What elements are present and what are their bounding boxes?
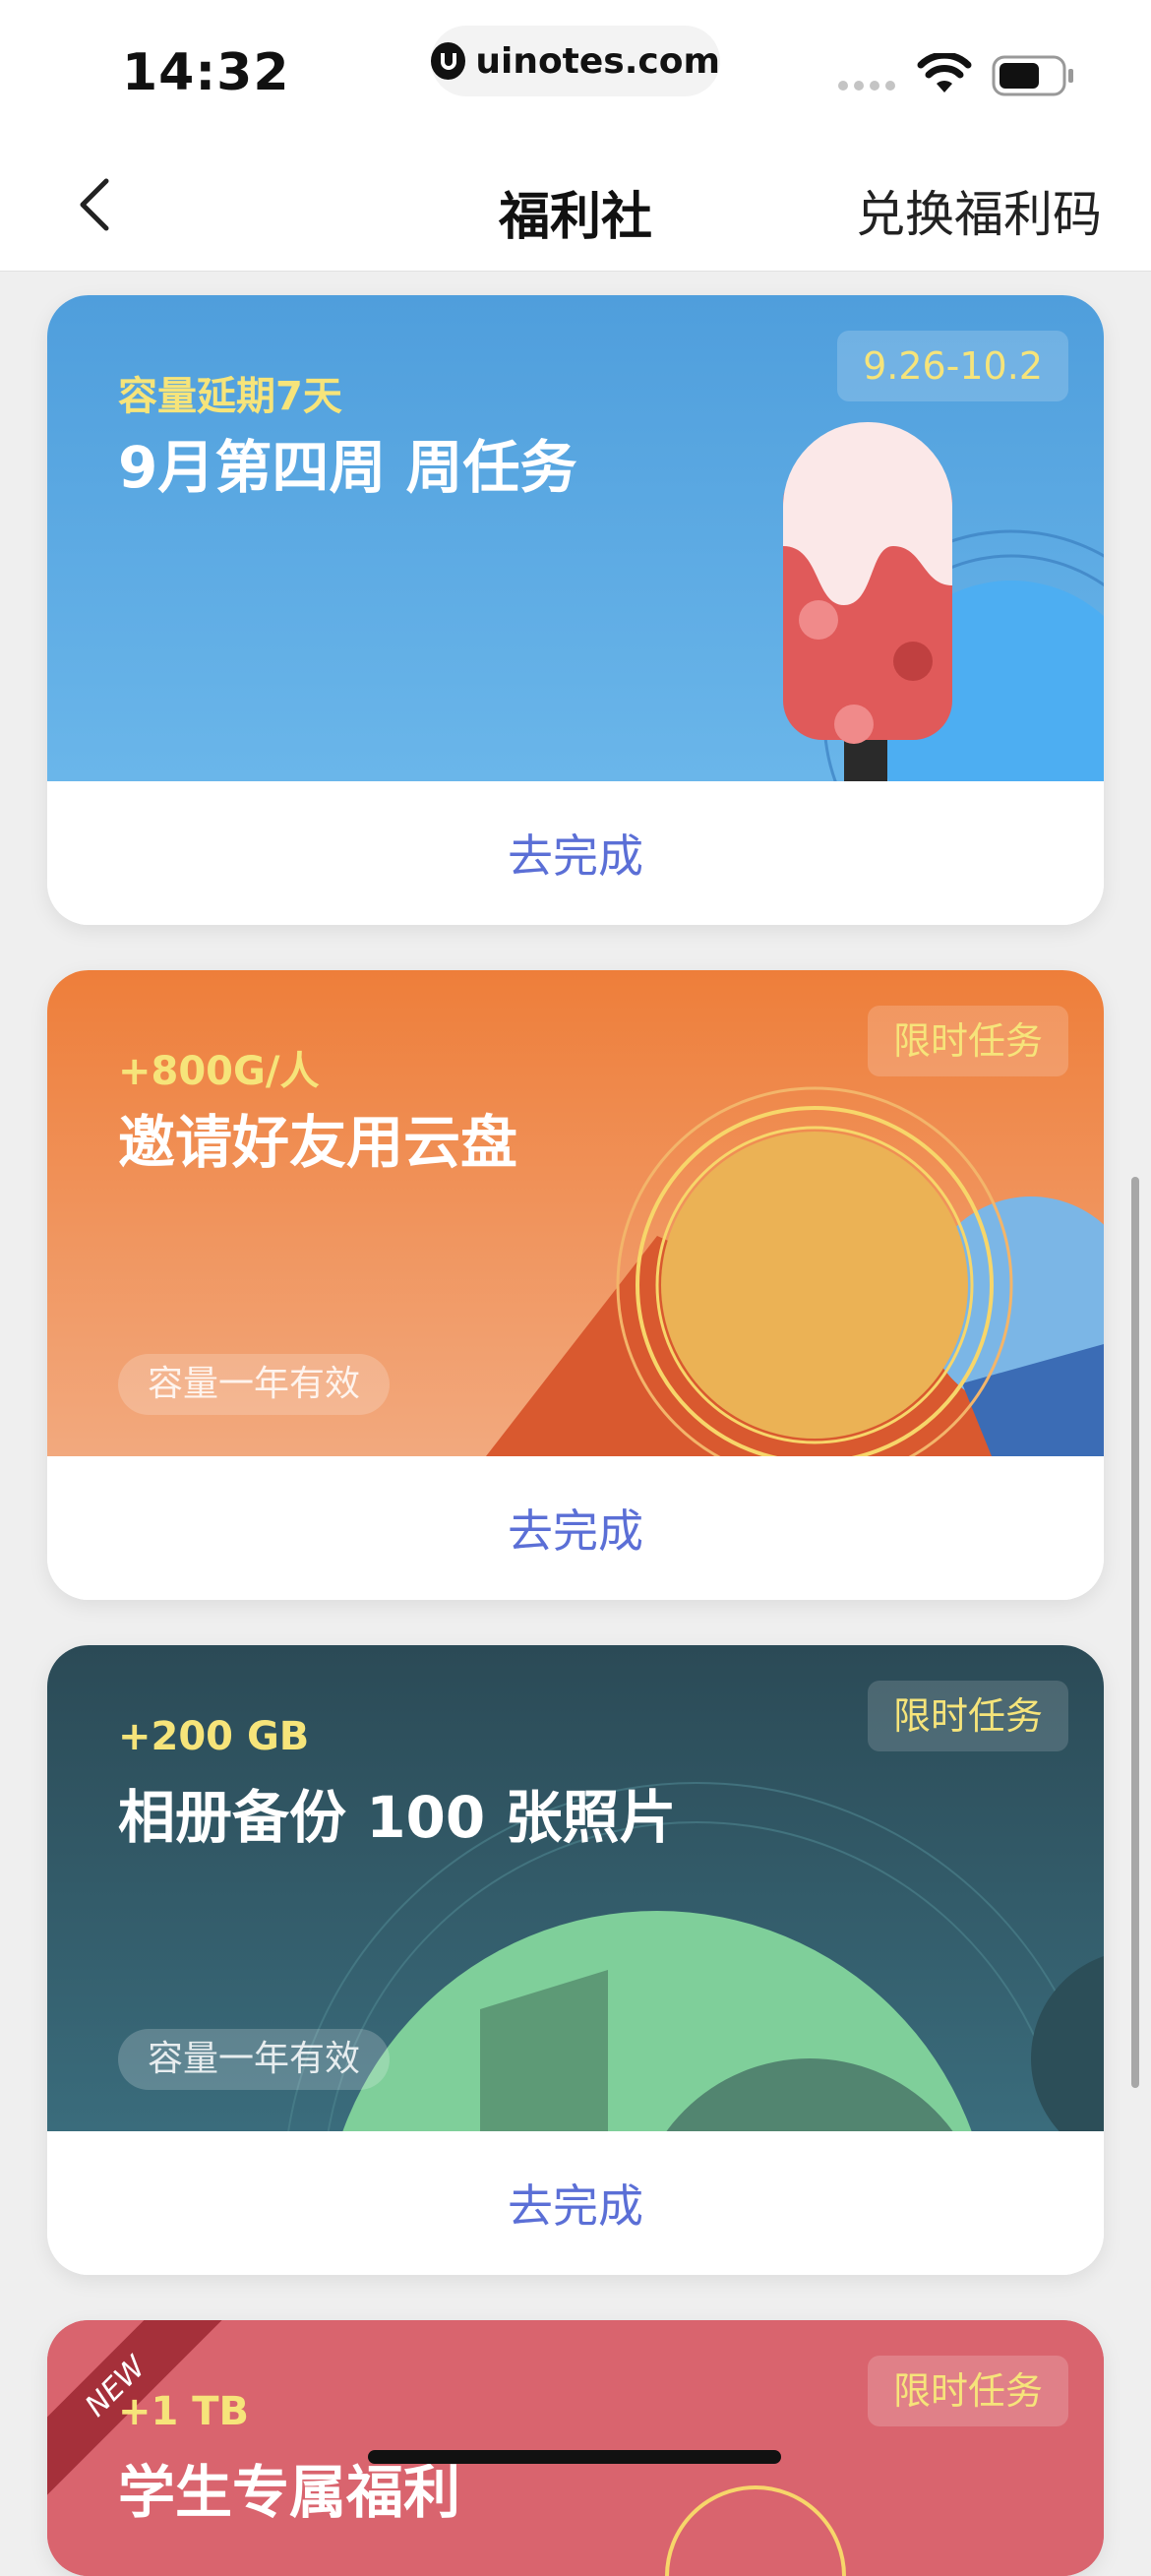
date-range-badge: 9.26-10.2 (837, 331, 1068, 401)
complete-button[interactable]: 去完成 (47, 1456, 1104, 1600)
card-title: 邀请好友用云盘 (118, 1109, 518, 1176)
wifi-icon (917, 53, 972, 92)
redeem-code-button[interactable]: 兑换福利码 (856, 175, 1102, 246)
url-text: uinotes.com (475, 40, 720, 82)
home-indicator[interactable] (368, 2450, 781, 2464)
bonus-label: +800G/人 (118, 1049, 320, 1094)
bonus-label: +1 TB (118, 2389, 250, 2434)
card-title: 9月第四周 周任务 (118, 434, 577, 501)
validity-badge: 容量一年有效 (118, 1354, 391, 1415)
card-banner: 限时任务 +800G/人 邀请好友用云盘 容量一年有效 (47, 970, 1104, 1456)
validity-badge: 容量一年有效 (118, 2029, 391, 2090)
complete-button[interactable]: 去完成 (47, 2131, 1104, 2275)
bonus-label: +200 GB (118, 1714, 310, 1759)
bonus-label: 容量延期7天 (118, 374, 342, 419)
url-pill[interactable]: uinotes.com (431, 26, 720, 96)
task-card-invite[interactable]: 限时任务 +800G/人 邀请好友用云盘 容量一年有效 去完成 (47, 970, 1104, 1600)
complete-button[interactable]: 去完成 (47, 781, 1104, 925)
site-logo-icon (431, 42, 466, 80)
limited-time-badge: 限时任务 (867, 2356, 1068, 2426)
status-bar: 14:32 uinotes.com (0, 0, 1151, 136)
task-card-weekly[interactable]: 9.26-10.2 容量延期7天 9月第四周 周任务 去完成 (47, 295, 1104, 925)
battery-icon (992, 55, 1073, 96)
nav-bar: 福利社 兑换福利码 (0, 136, 1151, 272)
card-banner: 限时任务 +200 GB 相册备份 100 张照片 容量一年有效 (47, 1645, 1104, 2131)
signal-icon (838, 81, 895, 91)
status-time: 14:32 (122, 43, 290, 102)
card-title: 相册备份 100 张照片 (118, 1784, 677, 1851)
task-card-backup[interactable]: 限时任务 +200 GB 相册备份 100 张照片 容量一年有效 去完成 (47, 1645, 1104, 2275)
task-card-student[interactable]: NEW 限时任务 +1 TB 学生专属福利 (47, 2320, 1104, 2576)
scrollbar[interactable] (1131, 1177, 1139, 2088)
limited-time-badge: 限时任务 (867, 1006, 1068, 1076)
card-banner: NEW 限时任务 +1 TB 学生专属福利 (47, 2320, 1104, 2576)
card-banner: 9.26-10.2 容量延期7天 9月第四周 周任务 (47, 295, 1104, 781)
limited-time-badge: 限时任务 (867, 1681, 1068, 1751)
